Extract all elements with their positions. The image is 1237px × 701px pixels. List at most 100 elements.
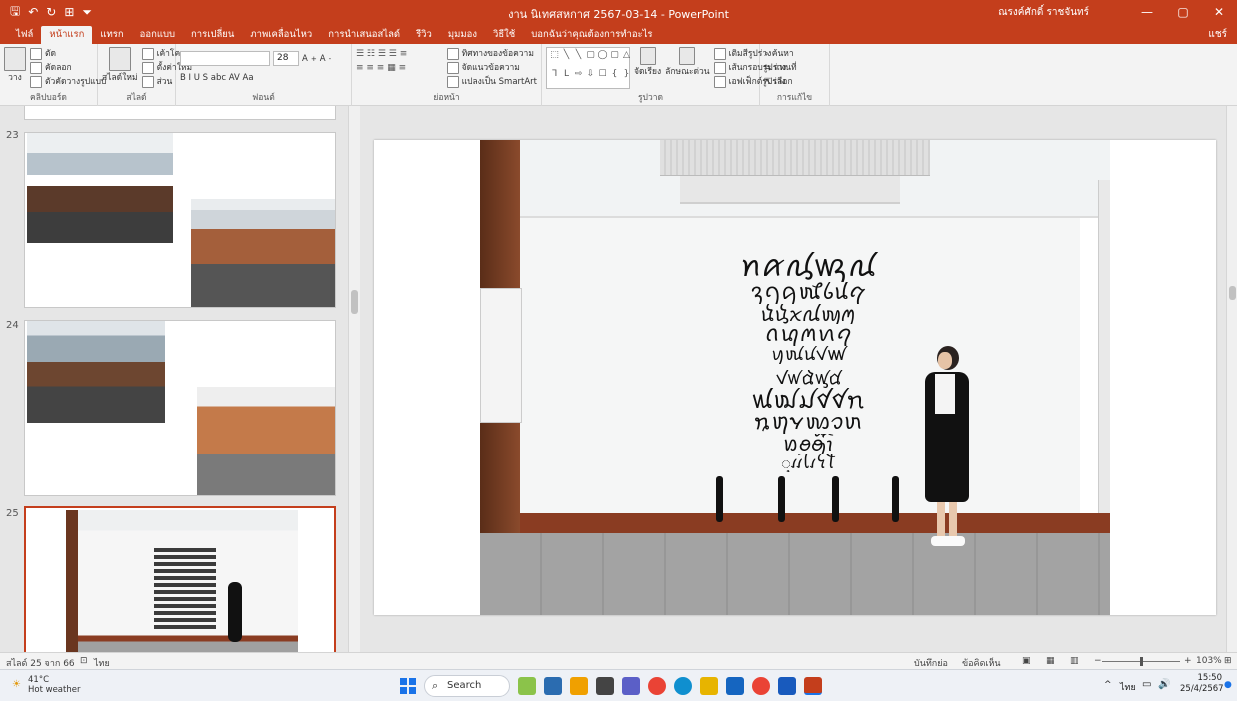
new-slide-button[interactable]: สไลด์ใหม่ <box>102 47 138 89</box>
tab-animations[interactable]: ภาพเคลื่อนไหว <box>242 26 320 44</box>
powerpoint-app-icon[interactable] <box>804 677 822 695</box>
shape-option[interactable]: ☐ <box>597 69 608 87</box>
font-size-combo[interactable]: 28 <box>273 51 299 66</box>
arrange-button[interactable]: จัดเรียง <box>634 47 661 89</box>
tab-slideshow[interactable]: การนำเสนอสไลด์ <box>320 26 408 44</box>
font-format-buttons[interactable]: B I U S abc AV Aa <box>180 71 347 85</box>
person-face <box>938 352 952 369</box>
maximize-icon[interactable]: ▢ <box>1165 0 1201 24</box>
shape-option[interactable]: ╲ <box>573 50 584 68</box>
copy-button[interactable]: คัดลอก <box>30 61 106 75</box>
customize-qat-icon[interactable]: ⏷ <box>82 5 92 20</box>
slide-thumbnail-24[interactable] <box>24 320 336 496</box>
start-from-beginning-icon[interactable]: ⊞ <box>64 5 74 19</box>
slide-thumbnails-pane[interactable]: 23 24 25 <box>0 106 360 652</box>
reading-view-icon[interactable]: ▥ <box>1070 656 1079 666</box>
word-app-icon[interactable] <box>778 677 796 695</box>
tab-insert[interactable]: แทรก <box>92 26 131 44</box>
weather-widget[interactable]: ☀ 41°C Hot weather <box>12 675 80 695</box>
store-app-icon[interactable] <box>596 677 614 695</box>
zoom-slider-knob[interactable] <box>1140 657 1144 666</box>
zoom-in-icon[interactable]: + <box>1184 656 1192 666</box>
edge-app-icon[interactable] <box>674 677 692 695</box>
shape-option[interactable]: ◯ <box>597 50 608 68</box>
system-clock[interactable]: 15:50 25/4/2567 <box>1180 673 1224 695</box>
tab-file[interactable]: ไฟล์ <box>8 26 41 44</box>
shape-option[interactable]: ⇩ <box>585 69 596 87</box>
zoom-level[interactable]: 103% <box>1196 656 1222 666</box>
text-direction-button[interactable]: ทิศทางของข้อความ <box>446 47 537 61</box>
slide-editor[interactable]: ꪀꪁꪂꪃꪄ ꪅꪆꪇꪈꪉꪊꪋ ꪌꪍꪎꪏꪐꪑ ꪒꪓꪔꪕꪖ ꪗꪘꪙꪚꪛ ꪜꪝꪞꪟꪠ ꪡ… <box>362 106 1226 652</box>
shapes-gallery[interactable]: ⬚ ╲ ╲ ▢ ◯ ▢ △ ᒣ ᒪ ⇨ ⇩ ☐ { } <box>546 47 630 89</box>
zoom-app-icon[interactable] <box>726 677 744 695</box>
notes-button[interactable]: บันทึกย่อ <box>914 656 948 670</box>
replace-button[interactable]: ⇆ แทนที่ <box>764 61 825 75</box>
user-name[interactable]: ณรงค์ศักดิ์ ราชจันทร์ <box>998 5 1089 20</box>
editor-scroll-thumb[interactable] <box>1229 286 1236 300</box>
tab-help[interactable]: วิธีใช้ <box>485 26 523 44</box>
zoom-out-icon[interactable]: − <box>1094 656 1102 666</box>
file-explorer-icon[interactable] <box>570 677 588 695</box>
cut-button[interactable]: ตัด <box>30 47 106 61</box>
align-text-button[interactable]: จัดแนวข้อความ <box>446 61 537 75</box>
grow-font-icon[interactable]: A + A- <box>302 51 331 66</box>
quick-styles-button[interactable]: ลักษณะด่วน <box>665 47 710 89</box>
select-button[interactable]: ⇱ เลือก <box>764 75 825 89</box>
shape-option[interactable]: ▢ <box>609 50 620 68</box>
fit-slide-icon[interactable]: ⊞ <box>1224 656 1232 666</box>
tab-design[interactable]: ออกแบบ <box>132 26 183 44</box>
tray-chevron-icon[interactable]: ^ <box>1104 680 1112 690</box>
folder-app-icon[interactable] <box>700 677 718 695</box>
format-painter-button[interactable]: ตัวคัดวางรูปแบบ <box>30 75 106 89</box>
input-language[interactable]: ไทย <box>1120 680 1136 694</box>
chrome-app-icon[interactable] <box>648 677 666 695</box>
volume-icon[interactable]: 🔊 <box>1158 679 1170 690</box>
shape-option[interactable]: ⇨ <box>573 69 584 87</box>
save-icon[interactable]: 🖫 <box>10 2 20 23</box>
widgets-app-icon[interactable] <box>518 677 536 695</box>
slide-photo-main[interactable]: ꪀꪁꪂꪃꪄ ꪅꪆꪇꪈꪉꪊꪋ ꪌꪍꪎꪏꪐꪑ ꪒꪓꪔꪕꪖ ꪗꪘꪙꪚꪛ ꪜꪝꪞꪟꪠ ꪡ… <box>480 140 1110 615</box>
shape-option[interactable]: { <box>609 69 620 87</box>
teams-app-icon[interactable] <box>622 677 640 695</box>
close-icon[interactable]: ✕ <box>1201 0 1237 24</box>
notification-bell-icon[interactable]: ● <box>1224 680 1232 690</box>
slide-thumbnail-23[interactable] <box>24 132 336 308</box>
start-button[interactable] <box>400 678 416 694</box>
shape-option[interactable]: ⬚ <box>549 50 560 68</box>
comments-button[interactable]: ข้อคิดเห็น <box>962 656 1001 670</box>
spellcheck-icon[interactable]: ⊡ <box>80 656 88 666</box>
tell-me-search[interactable]: บอกฉันว่าคุณต้องการทำอะไร <box>523 26 660 44</box>
shape-option[interactable]: ᒪ <box>561 69 572 87</box>
shape-option[interactable]: ▢ <box>585 50 596 68</box>
taskbar-search[interactable]: ⌕ Search <box>424 675 510 697</box>
shape-option[interactable]: △ <box>621 50 632 68</box>
chrome-profile-icon[interactable] <box>752 677 770 695</box>
smartart-button[interactable]: แปลงเป็น SmartArt <box>446 75 537 89</box>
paragraph-format-buttons[interactable]: ☰ ☷ ☰ ☰ ≡ ≡ ≡ ≡ ▦ ≡ <box>356 47 441 89</box>
redo-icon[interactable]: ↻ <box>46 5 56 19</box>
meet-app-icon[interactable] <box>544 677 562 695</box>
share-button[interactable]: แชร์ <box>1208 27 1227 42</box>
language-indicator[interactable]: ไทย <box>94 656 110 670</box>
tab-view[interactable]: มุมมอง <box>440 26 485 44</box>
tab-review[interactable]: รีวิว <box>408 26 440 44</box>
minimize-icon[interactable]: — <box>1129 0 1165 24</box>
undo-icon[interactable]: ↶ <box>28 5 38 19</box>
slide-sorter-icon[interactable]: ▦ <box>1046 656 1055 666</box>
tab-home[interactable]: หน้าแรก <box>41 26 93 44</box>
shape-option[interactable]: ᒣ <box>549 69 560 87</box>
tab-transitions[interactable]: การเปลี่ยน <box>183 26 242 44</box>
thumbnails-scrollbar[interactable] <box>348 106 360 652</box>
current-slide[interactable]: ꪀꪁꪂꪃꪄ ꪅꪆꪇꪈꪉꪊꪋ ꪌꪍꪎꪏꪐꪑ ꪒꪓꪔꪕꪖ ꪗꪘꪙꪚꪛ ꪜꪝꪞꪟꪠ ꪡ… <box>374 140 1216 615</box>
shape-option[interactable]: ╲ <box>561 50 572 68</box>
find-button[interactable]: ⌕ ค้นหา <box>764 47 825 61</box>
slide-thumbnail-25[interactable] <box>24 506 336 652</box>
thumbnails-scroll-thumb[interactable] <box>351 290 358 314</box>
normal-view-icon[interactable]: ▣ <box>1022 656 1031 666</box>
paste-button[interactable]: วาง <box>4 47 26 89</box>
slide-thumbnail[interactable] <box>24 106 336 120</box>
editor-scrollbar[interactable] <box>1226 106 1237 652</box>
shape-option[interactable]: } <box>621 69 632 87</box>
network-icon[interactable]: ▭ <box>1142 679 1151 690</box>
font-name-combo[interactable] <box>180 51 270 66</box>
